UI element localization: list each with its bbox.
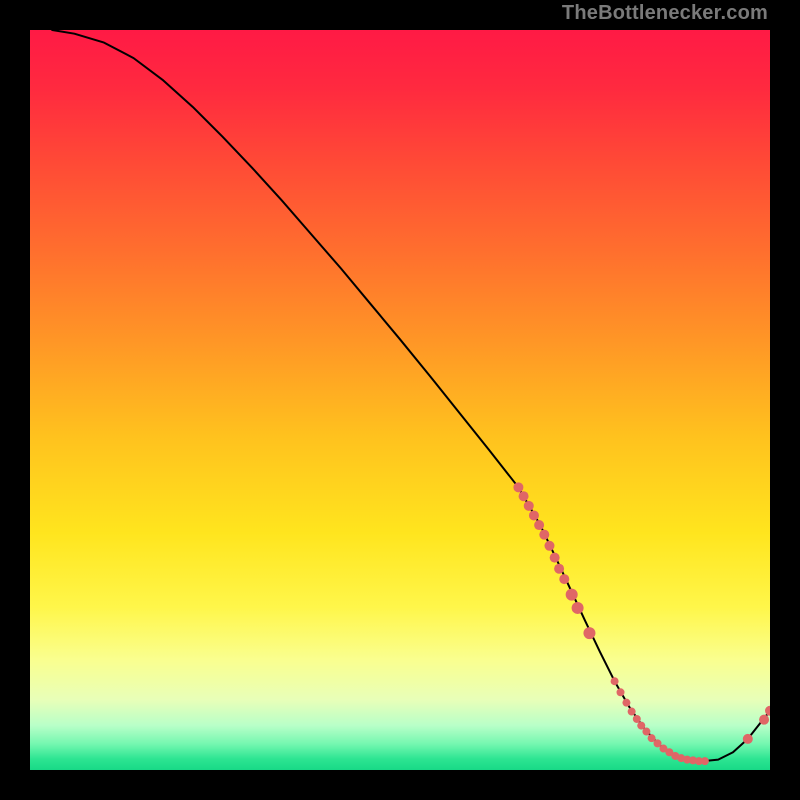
data-point: [572, 602, 584, 614]
data-point: [701, 757, 709, 765]
data-point: [513, 482, 523, 492]
data-point: [554, 564, 564, 574]
data-point: [628, 708, 636, 716]
plot-area: [30, 30, 770, 770]
data-point: [550, 553, 560, 563]
data-point: [617, 688, 625, 696]
data-point: [539, 530, 549, 540]
data-point: [529, 510, 539, 520]
attribution-text: TheBottlenecker.com: [562, 2, 768, 25]
data-point: [743, 734, 753, 744]
data-point: [583, 627, 595, 639]
data-point: [642, 728, 650, 736]
chart-svg: [30, 30, 770, 770]
data-point: [524, 501, 534, 511]
data-point: [544, 541, 554, 551]
data-point: [566, 589, 578, 601]
data-point: [534, 520, 544, 530]
data-point: [559, 574, 569, 584]
data-point: [759, 715, 769, 725]
chart-container: TheBottlenecker.com: [0, 0, 800, 800]
data-point: [622, 699, 630, 707]
data-point: [633, 715, 641, 723]
data-point: [611, 677, 619, 685]
gradient-background: [30, 30, 770, 770]
data-point: [519, 491, 529, 501]
